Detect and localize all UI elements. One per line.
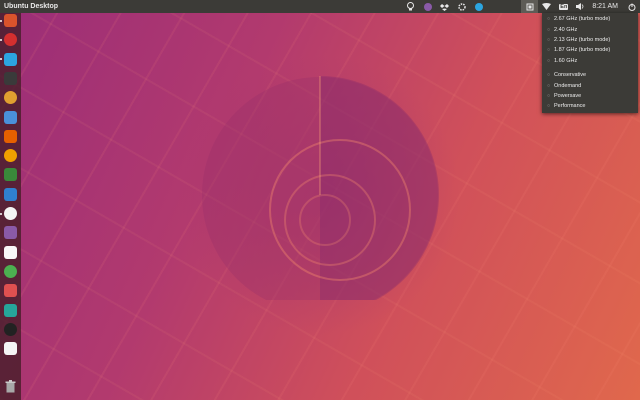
clock[interactable]: 8:21 AM (589, 0, 623, 13)
sync-icon[interactable] (4, 110, 17, 124)
radio-icon: ○ (547, 26, 551, 33)
info-icon[interactable] (4, 168, 17, 182)
firefox-icon[interactable] (4, 129, 17, 143)
ubuntu-software-icon[interactable] (4, 14, 17, 27)
governor-item[interactable]: ○ Conservative (542, 70, 638, 80)
power-icon[interactable] (623, 0, 640, 13)
telegram-tray-icon[interactable] (470, 0, 487, 13)
launcher (0, 13, 21, 400)
settings-icon[interactable] (453, 0, 470, 13)
chrome-icon[interactable] (4, 264, 17, 278)
radio-icon: ○ (547, 103, 551, 110)
recorder-icon[interactable] (4, 284, 17, 298)
radio-icon: ○ (547, 57, 551, 64)
dropbox-icon[interactable] (436, 0, 453, 13)
running-indicator (0, 19, 2, 22)
top-panel: Ubuntu Desktop En 8:21 AM (0, 0, 640, 13)
radio-icon: ○ (547, 36, 551, 43)
frequency-item[interactable]: ○ 2.67 GHz (turbo mode) (542, 14, 638, 24)
frequency-item[interactable]: ○ 2.13 GHz (turbo mode) (542, 35, 638, 45)
frequency-label: 2.40 GHz (554, 26, 578, 33)
keyboard-layout-label: En (559, 3, 569, 10)
radio-icon: ○ (547, 47, 551, 54)
pie-app-icon[interactable] (4, 342, 17, 356)
trash-icon[interactable] (4, 380, 17, 393)
keyboard-layout-icon[interactable]: En (555, 0, 572, 13)
player-icon[interactable] (4, 245, 17, 259)
cpufreq-icon[interactable] (521, 0, 539, 13)
lightbulb-icon[interactable] (402, 0, 419, 13)
idea-icon[interactable] (4, 226, 17, 240)
frequency-item[interactable]: ○ 2.40 GHz (542, 24, 638, 34)
volume-icon[interactable] (572, 0, 589, 13)
governor-label: Powersave (554, 92, 582, 99)
frequency-label: 1.87 GHz (turbo mode) (554, 47, 611, 54)
terminal-icon[interactable] (4, 71, 17, 85)
radio-icon: ○ (547, 72, 551, 79)
activity-icon[interactable] (4, 303, 17, 317)
governor-item[interactable]: ○ Powersave (542, 91, 638, 101)
governor-label: Conservative (554, 72, 587, 79)
indicator-tray: En 8:21 AM (402, 0, 640, 13)
frequency-item[interactable]: ○ 1.87 GHz (turbo mode) (542, 45, 638, 55)
wifi-icon[interactable] (538, 0, 555, 13)
tray-separator (487, 0, 521, 13)
radio-icon: ○ (547, 92, 551, 99)
files-icon[interactable] (4, 91, 17, 105)
running-indicator (0, 212, 2, 215)
opera-icon[interactable] (4, 33, 17, 47)
running-indicator (0, 38, 2, 41)
radio-icon: ○ (547, 82, 551, 89)
window-title: Ubuntu Desktop (4, 3, 59, 10)
cpufreq-menu: ○ 2.67 GHz (turbo mode) ○ 2.40 GHz ○ 2.13 GHz… (542, 13, 638, 113)
paint-icon[interactable] (4, 207, 17, 220)
drive-icon[interactable] (4, 187, 17, 201)
inkscape-icon[interactable] (4, 322, 17, 336)
frequency-list: ○ 2.67 GHz (turbo mode) ○ 2.40 GHz ○ 2.13 GHz… (542, 14, 638, 66)
governor-label: Performance (554, 103, 586, 110)
app-indicator-icon[interactable] (419, 0, 436, 13)
governor-label: Ondemand (554, 82, 582, 89)
frequency-item[interactable]: ○ 1.60 GHz (542, 56, 638, 66)
governor-list: ○ Conservative ○ Ondemand ○ Powersave ○ Perform… (542, 70, 638, 112)
frequency-label: 1.60 GHz (554, 57, 578, 64)
vlc-icon[interactable] (4, 149, 17, 163)
telegram-icon[interactable] (4, 52, 17, 66)
wallpaper-swirl (202, 76, 439, 300)
frequency-label: 2.13 GHz (turbo mode) (554, 36, 611, 43)
running-indicator (0, 58, 2, 61)
governor-item[interactable]: ○ Ondemand (542, 80, 638, 90)
frequency-label: 2.67 GHz (turbo mode) (554, 16, 611, 23)
governor-item[interactable]: ○ Performance (542, 101, 638, 111)
radio-icon: ○ (547, 16, 551, 23)
